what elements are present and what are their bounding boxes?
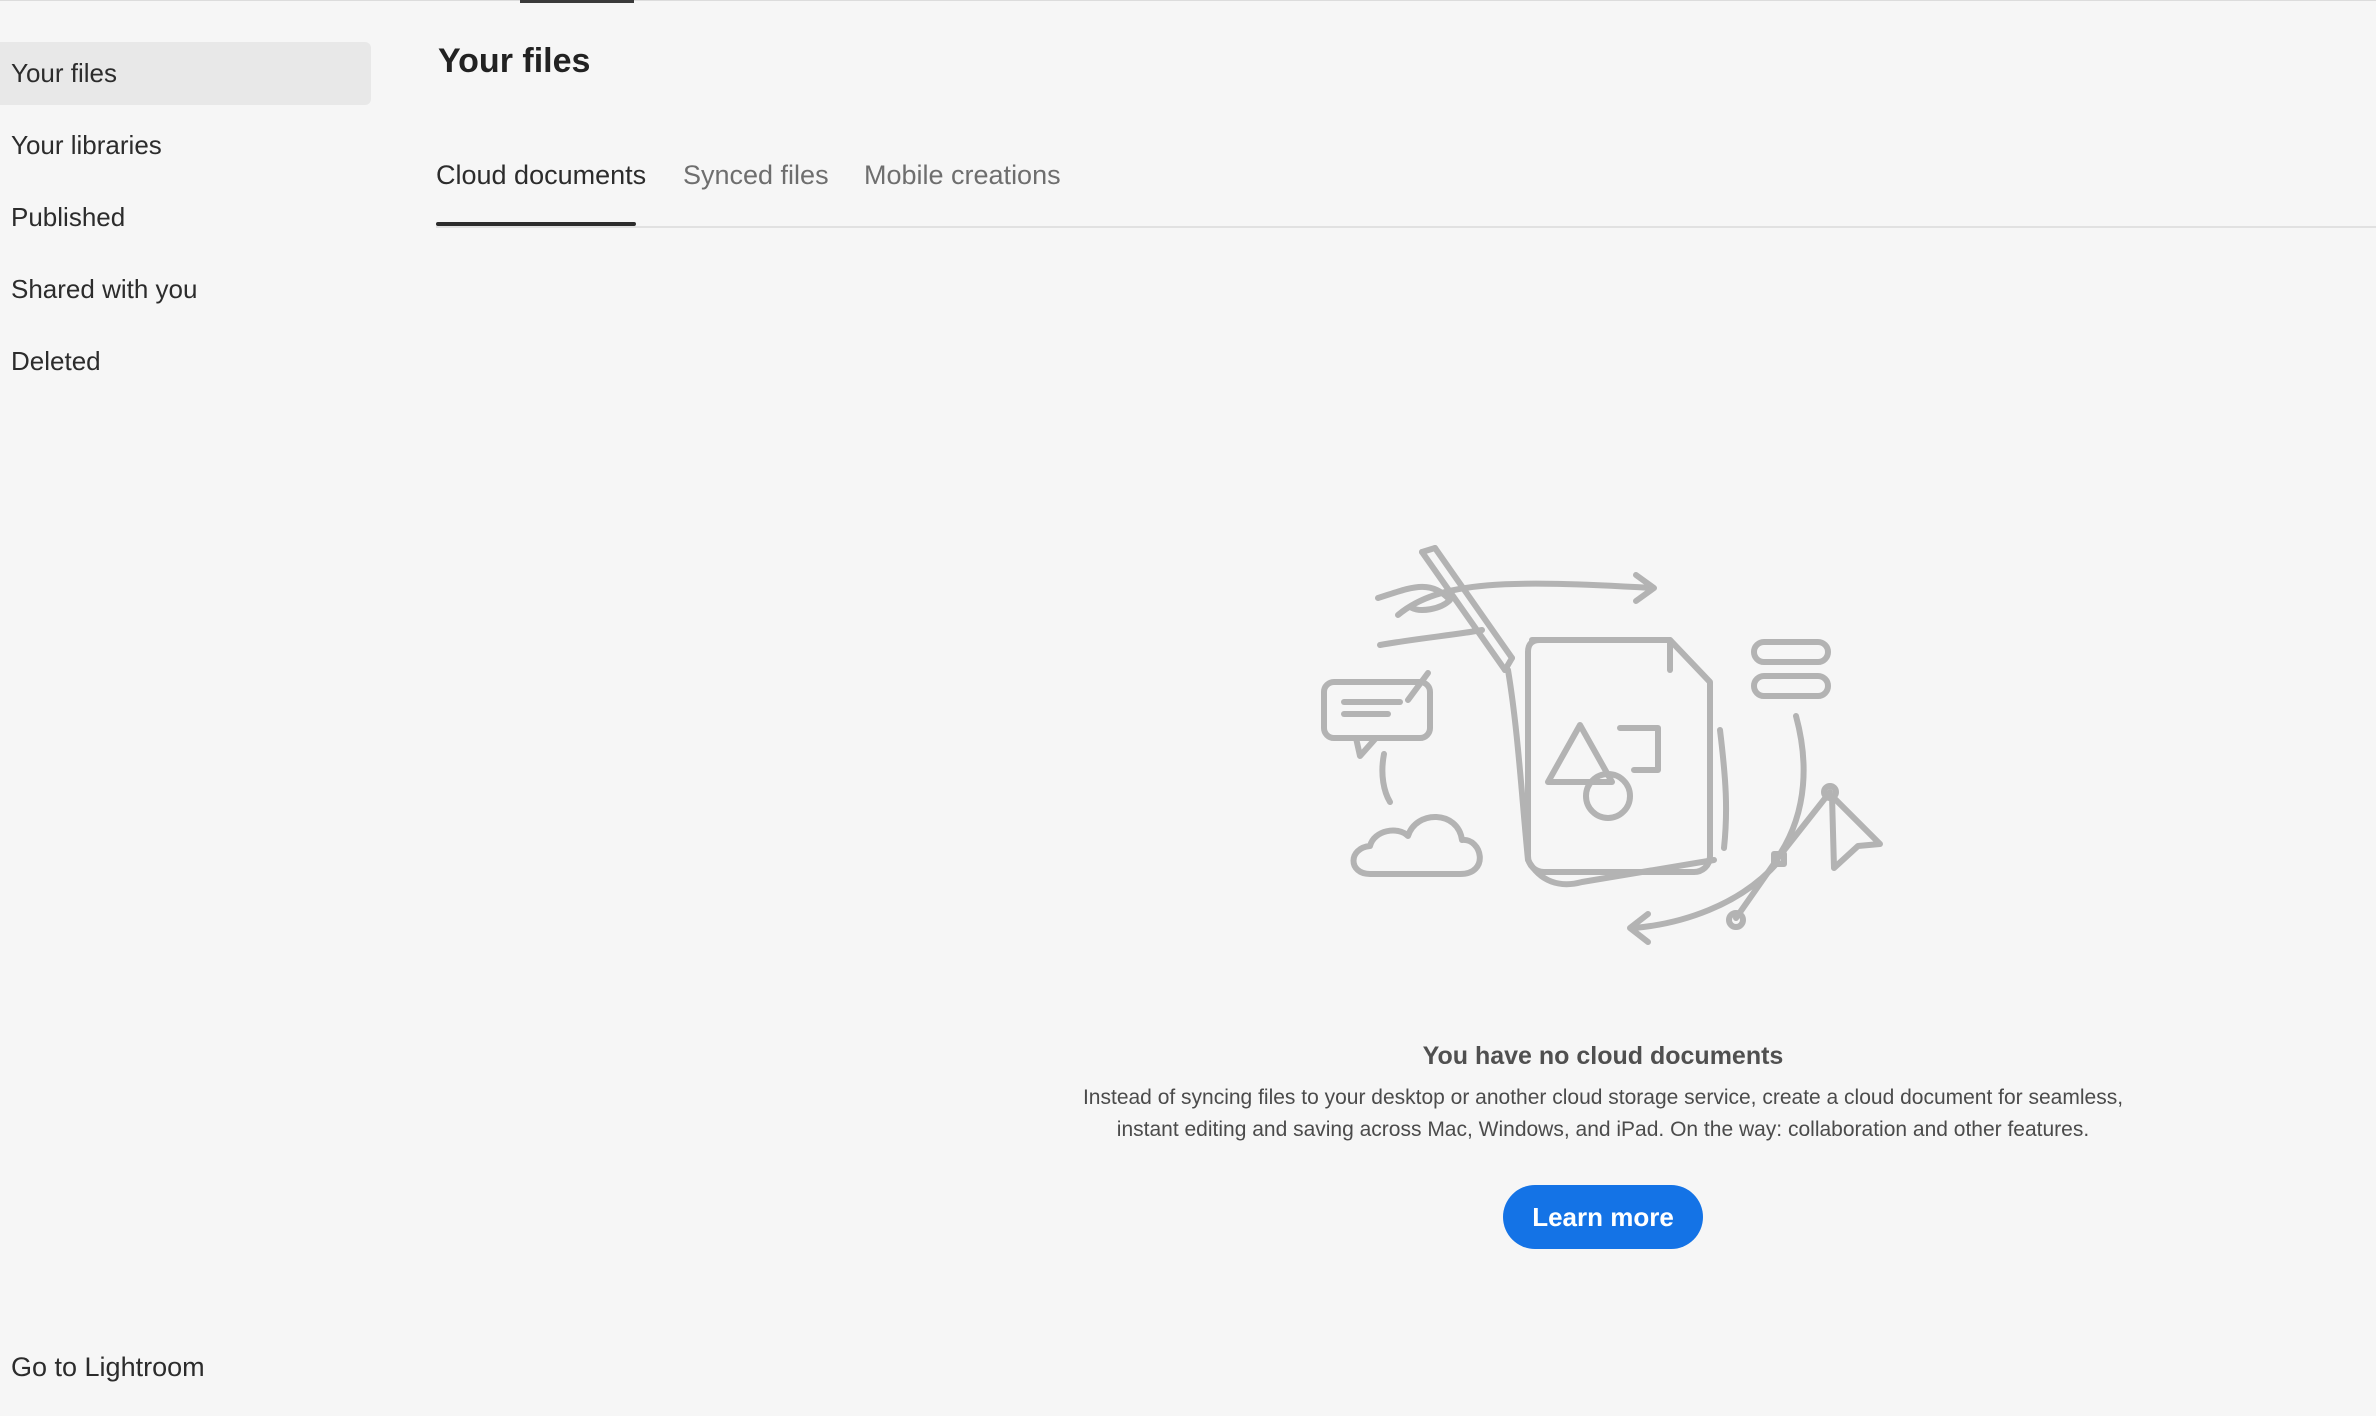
sidebar-item-your-libraries[interactable]: Your libraries: [0, 114, 371, 177]
go-to-lightroom-link[interactable]: Go to Lightroom: [11, 1352, 205, 1383]
empty-state-description-line: Instead of syncing files to your desktop…: [1082, 1086, 2124, 1109]
sidebar-item-label: Deleted: [11, 346, 101, 376]
empty-state-description-line: instant editing and saving across Mac, W…: [1116, 1118, 2090, 1141]
tab-synced-files[interactable]: Synced files: [683, 160, 829, 191]
sidebar-item-shared-with-you[interactable]: Shared with you: [0, 258, 371, 321]
sidebar-item-published[interactable]: Published: [0, 186, 371, 249]
cloud-documents-illustration-icon: [1321, 545, 1883, 945]
sidebar: Your files Your libraries Published Shar…: [0, 0, 372, 1416]
tab-mobile-creations[interactable]: Mobile creations: [864, 160, 1061, 191]
tab-bar: Cloud documents Synced files Mobile crea…: [436, 150, 2376, 228]
sidebar-item-your-files[interactable]: Your files: [0, 42, 371, 105]
sidebar-item-label: Shared with you: [11, 274, 198, 304]
sidebar-item-deleted[interactable]: Deleted: [0, 330, 371, 393]
empty-state-description: Instead of syncing files to your desktop…: [1060, 1082, 2146, 1146]
learn-more-button[interactable]: Learn more: [1503, 1185, 1703, 1249]
empty-state-title: You have no cloud documents: [1422, 1042, 1784, 1070]
tab-cloud-documents[interactable]: Cloud documents: [436, 160, 646, 191]
top-nav-active-indicator: [520, 0, 634, 3]
sidebar-item-label: Your libraries: [11, 130, 162, 160]
sidebar-item-label: Your files: [11, 58, 117, 88]
page-title: Your files: [438, 42, 591, 80]
active-tab-underline: [436, 222, 636, 226]
sidebar-item-label: Published: [11, 202, 126, 232]
